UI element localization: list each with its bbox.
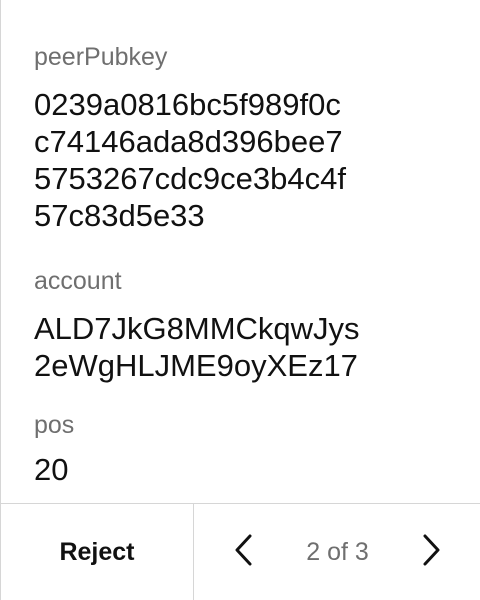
peer-pubkey-label: peerPubkey: [34, 43, 168, 71]
pos-label: pos: [34, 411, 75, 439]
next-page-button[interactable]: [407, 528, 455, 576]
reject-button[interactable]: Reject: [1, 504, 193, 600]
pager: 2 of 3: [194, 504, 480, 600]
account-label: account: [34, 267, 122, 295]
chevron-right-icon: [419, 533, 443, 572]
previous-page-button[interactable]: [220, 528, 268, 576]
action-footer: Reject 2 of 3: [1, 503, 480, 600]
pos-value: 20: [34, 452, 69, 487]
peer-pubkey-value: 0239a0816bc5f989f0c c74146ada8d396bee7 5…: [34, 87, 346, 233]
review-screen: peerPubkey 0239a0816bc5f989f0c c74146ada…: [0, 0, 480, 600]
page-indicator: 2 of 3: [306, 537, 369, 566]
chevron-left-icon: [232, 533, 256, 572]
account-value: ALD7JkG8MMCkqwJys 2eWgHLJME9oyXEz17: [34, 311, 360, 383]
